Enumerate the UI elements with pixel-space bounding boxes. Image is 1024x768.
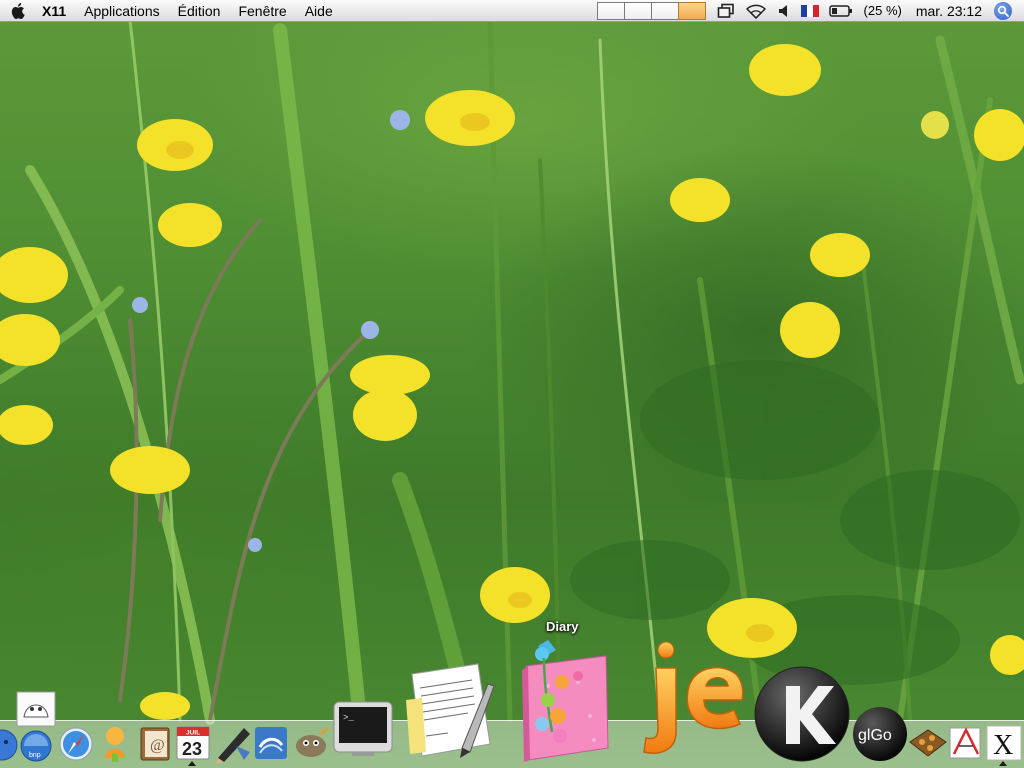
calendar-day: 23: [182, 739, 202, 759]
x11-icon[interactable]: X: [986, 725, 1022, 761]
input-source-flag-icon[interactable]: [800, 0, 819, 22]
ichat-icon[interactable]: [98, 724, 132, 764]
spaces-switcher[interactable]: [596, 2, 706, 20]
menu-edit[interactable]: Édition: [169, 0, 230, 22]
glgo-icon[interactable]: glGo: [852, 704, 910, 762]
gimp-icon[interactable]: [292, 726, 330, 760]
svg-text:bnp: bnp: [29, 752, 41, 759]
space-4-active[interactable]: [677, 2, 706, 20]
x11-label: X: [993, 730, 1013, 761]
menu-bar: X11 Applications Édition Fenêtre Aide (2…: [0, 0, 1024, 22]
desktop-wallpaper: [0, 0, 1024, 768]
address-book-icon[interactable]: @: [138, 726, 172, 762]
clock[interactable]: mar. 23:12: [908, 0, 994, 22]
battery-icon[interactable]: [828, 0, 853, 22]
ical-icon[interactable]: JUIL 23: [175, 724, 211, 762]
space-1[interactable]: [596, 2, 625, 20]
menu-help[interactable]: Aide: [296, 0, 342, 22]
graphing-icon[interactable]: [946, 722, 986, 762]
ical-running-indicator: [188, 761, 196, 766]
inkscape-icon[interactable]: bnp: [16, 691, 56, 767]
safari-icon[interactable]: [58, 726, 94, 762]
textedit-icon[interactable]: [398, 660, 502, 760]
space-3[interactable]: [650, 2, 679, 20]
menu-applications[interactable]: Applications: [75, 0, 169, 22]
apple-menu-icon[interactable]: [0, 0, 38, 22]
calendar-month: JUIL: [186, 730, 200, 737]
space-2[interactable]: [623, 2, 652, 20]
menu-app-x11[interactable]: X11: [38, 0, 75, 22]
menu-window[interactable]: Fenêtre: [229, 0, 295, 22]
terminal-icon[interactable]: >_: [332, 700, 394, 758]
glgo-label: glGo: [858, 727, 892, 744]
dock-hover-label: Diary: [546, 619, 579, 634]
konsole-icon[interactable]: [752, 664, 852, 764]
svg-text:>_: >_: [343, 713, 354, 723]
expose-windows-icon[interactable]: [717, 0, 735, 22]
volume-icon[interactable]: [777, 0, 791, 22]
jedit-icon[interactable]: [638, 640, 748, 760]
svg-text:@: @: [150, 737, 165, 754]
battery-percent[interactable]: (25 %): [858, 0, 908, 22]
openoffice-icon[interactable]: [252, 723, 290, 763]
wifi-icon[interactable]: [745, 0, 767, 22]
spotlight-search-icon[interactable]: [994, 2, 1012, 20]
diary-icon[interactable]: [518, 636, 614, 764]
x11-running-indicator: [999, 761, 1007, 766]
tools-icon[interactable]: [908, 724, 948, 762]
pen-app-icon[interactable]: [214, 724, 254, 764]
